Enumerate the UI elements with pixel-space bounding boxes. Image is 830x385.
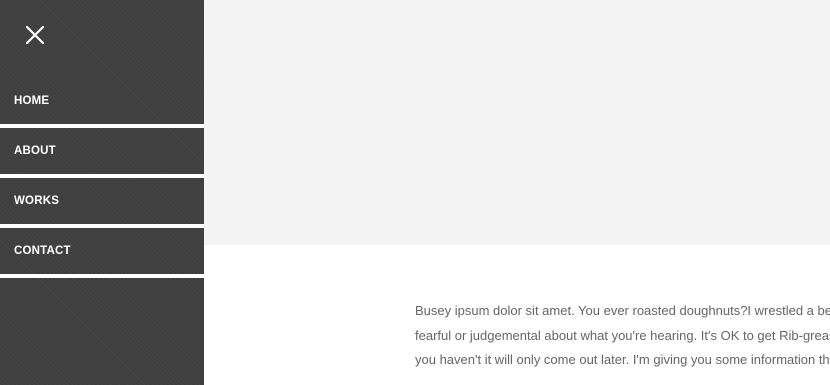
paragraph-line: you haven't it will only come out later.… bbox=[415, 352, 830, 367]
paragraph-line: Busey ipsum dolor sit amet. You ever roa… bbox=[415, 303, 830, 318]
nav-item-works[interactable]: WORKS bbox=[0, 178, 204, 228]
nav-item-home[interactable]: HOME bbox=[0, 78, 204, 128]
close-button[interactable] bbox=[22, 22, 48, 48]
nav-item-about[interactable]: ABOUT bbox=[0, 128, 204, 178]
page: Busey ipsum dolor sit amet. You ever roa… bbox=[0, 0, 830, 385]
paragraph-line: fearful or judgemental about what you're… bbox=[415, 327, 830, 343]
close-icon bbox=[25, 25, 45, 45]
main-nav: HOME ABOUT WORKS CONTACT bbox=[0, 78, 204, 278]
body-paragraph: Busey ipsum dolor sit amet. You ever roa… bbox=[415, 299, 830, 373]
nav-item-contact[interactable]: CONTACT bbox=[0, 228, 204, 278]
sidebar-menu: HOME ABOUT WORKS CONTACT bbox=[0, 0, 204, 385]
